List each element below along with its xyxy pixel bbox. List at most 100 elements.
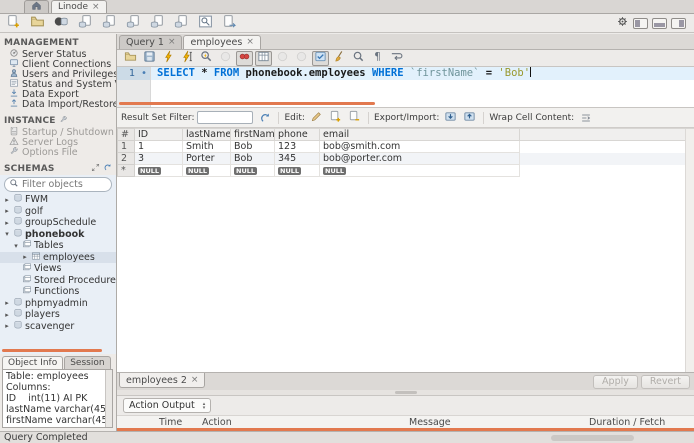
tab-query-1[interactable]: Query 1 × xyxy=(119,35,183,49)
sidebar-item-server-logs[interactable]: Server Logs xyxy=(0,137,116,147)
panel-bottom-toggle-button[interactable] xyxy=(652,17,667,29)
column-header-id[interactable]: ID xyxy=(134,128,183,141)
stop-button[interactable] xyxy=(217,51,234,66)
grid-cell[interactable]: NULL xyxy=(134,164,183,177)
import-records-button[interactable] xyxy=(461,110,478,126)
wrap-cell-content-button[interactable] xyxy=(577,110,594,126)
export-records-button[interactable] xyxy=(442,110,459,126)
sidebar-item-server-status[interactable]: Server Status xyxy=(0,49,116,59)
close-icon[interactable]: × xyxy=(168,38,176,47)
grid-cell[interactable]: bob@porter.com xyxy=(319,152,520,165)
toggle-stop-on-error-button[interactable] xyxy=(236,50,253,66)
grid-cell[interactable]: NULL xyxy=(274,164,320,177)
grid-cell[interactable]: 345 xyxy=(274,152,320,165)
beautify-button[interactable] xyxy=(331,51,348,66)
panel-right-toggle-button[interactable] xyxy=(671,17,686,29)
sidebar-item-client-connections[interactable]: Client Connections xyxy=(0,59,116,69)
chevron-right-icon[interactable]: ▸ xyxy=(21,253,29,261)
sidebar-item-startup-shutdown[interactable]: Startup / Shutdown xyxy=(0,127,116,137)
tree-node-fwm[interactable]: ▸ FWM xyxy=(0,194,116,206)
column-header-email[interactable]: email xyxy=(319,128,520,141)
tree-node-players[interactable]: ▸ players xyxy=(0,309,116,321)
home-tab[interactable] xyxy=(24,0,49,13)
limit-rows-button[interactable] xyxy=(255,50,272,66)
grid-cell[interactable]: * xyxy=(117,164,135,177)
refresh-button[interactable] xyxy=(256,110,273,126)
grid-cell[interactable]: NULL xyxy=(230,164,275,177)
output-selector[interactable]: Action Output ▴ ▾ xyxy=(123,398,212,413)
grid-cell[interactable]: Bob xyxy=(230,140,275,153)
chevron-right-icon[interactable]: ▸ xyxy=(3,311,11,319)
grid-cell[interactable]: 1 xyxy=(134,140,183,153)
sidebar-horizontal-scrollbar[interactable] xyxy=(2,349,102,352)
create-stored-procedure-button[interactable] xyxy=(124,15,142,31)
apply-button[interactable]: Apply xyxy=(593,374,638,389)
bottom-scrollbar-thumb[interactable] xyxy=(551,435,634,441)
tree-node-stored-procedures[interactable]: Stored Procedures xyxy=(0,275,116,287)
create-schema-button[interactable] xyxy=(52,15,70,31)
sidebar-item-status-and-system-variables[interactable]: Status and System Variables xyxy=(0,79,116,89)
chevron-down-icon[interactable]: ▾ xyxy=(12,242,20,250)
tree-node-views[interactable]: Views xyxy=(0,263,116,275)
explain-button[interactable] xyxy=(198,51,215,66)
sql-code-editor[interactable]: 1 • SELECT * FROM phonebook.employees WH… xyxy=(117,67,694,108)
tab-object-info[interactable]: Object Info xyxy=(2,356,64,369)
tree-node-scavenger[interactable]: ▸ scavenger xyxy=(0,320,116,333)
refresh-schemas-icon[interactable] xyxy=(103,163,112,175)
column-header-firstname[interactable]: firstName xyxy=(230,128,275,141)
output-column-message[interactable]: Message xyxy=(407,417,587,428)
schema-filter-input[interactable] xyxy=(22,179,102,190)
sidebar-item-data-import-restore[interactable]: Data Import/Restore xyxy=(0,99,116,109)
grid-cell[interactable]: Smith xyxy=(182,140,231,153)
save-button[interactable] xyxy=(141,51,158,66)
grid-cell[interactable]: 1 xyxy=(117,140,135,153)
open-file-button[interactable] xyxy=(122,51,139,66)
editor-horizontal-scrollbar[interactable] xyxy=(119,102,375,105)
close-icon[interactable]: × xyxy=(246,38,254,47)
add-record-button[interactable] xyxy=(327,110,344,126)
output-column-time[interactable]: Time xyxy=(157,417,200,428)
sidebar-item-data-export[interactable]: Data Export xyxy=(0,89,116,99)
sql-statement-line[interactable]: SELECT * FROM phonebook.employees WHERE … xyxy=(151,67,694,80)
result-tab-employees-2[interactable]: employees 2 × xyxy=(119,373,206,388)
execute-current-button[interactable] xyxy=(179,50,196,66)
revert-button[interactable]: Revert xyxy=(640,374,690,389)
toggle-autocommit-button[interactable] xyxy=(312,50,329,66)
find-button[interactable] xyxy=(350,51,367,66)
tree-node-groupschedule[interactable]: ▸ groupSchedule xyxy=(0,217,116,229)
grid-cell[interactable]: NULL xyxy=(319,164,520,177)
new-sql-tab-button[interactable] xyxy=(4,15,22,31)
chevron-right-icon[interactable]: ▸ xyxy=(3,219,11,227)
grid-cell[interactable]: 2 xyxy=(117,152,135,165)
column-header-phone[interactable]: phone xyxy=(274,128,320,141)
delete-record-button[interactable] xyxy=(346,110,363,126)
sidebar-item-users-and-privileges[interactable]: Users and Privileges xyxy=(0,69,116,79)
code-area[interactable]: SELECT * FROM phonebook.employees WHERE … xyxy=(151,67,694,107)
create-table-button[interactable] xyxy=(76,15,94,31)
commit-button[interactable] xyxy=(274,51,291,66)
close-icon[interactable]: × xyxy=(92,2,100,12)
column-header-lastname[interactable]: lastName xyxy=(182,128,231,141)
expand-schemas-icon[interactable] xyxy=(91,163,100,175)
grid-cell[interactable]: 123 xyxy=(274,140,320,153)
grid-cell[interactable]: bob@smith.com xyxy=(319,140,520,153)
reconnect-database-button[interactable] xyxy=(220,15,238,31)
tab-employees[interactable]: employees × xyxy=(183,35,261,49)
search-objects-button[interactable] xyxy=(196,15,214,31)
tree-node-tables[interactable]: ▾ Tables xyxy=(0,240,116,252)
grid-cell[interactable]: Bob xyxy=(230,152,275,165)
execute-button[interactable] xyxy=(160,50,177,66)
output-column-duration-fetch[interactable]: Duration / Fetch xyxy=(587,417,694,428)
open-sql-script-button[interactable] xyxy=(28,15,46,31)
edit-record-button[interactable] xyxy=(308,110,325,126)
create-trigger-button[interactable] xyxy=(172,15,190,31)
chevron-right-icon[interactable]: ▸ xyxy=(3,299,11,307)
result-vertical-scrollbar[interactable] xyxy=(685,129,694,372)
sidebar-item-options-file[interactable]: Options File xyxy=(0,147,116,157)
tree-node-phonebook[interactable]: ▾ phonebook xyxy=(0,228,116,241)
panel-left-toggle-button[interactable] xyxy=(633,17,648,29)
grid-cell[interactable]: NULL xyxy=(182,164,231,177)
close-icon[interactable]: × xyxy=(191,375,199,385)
instance-actions-icon[interactable] xyxy=(59,115,68,127)
create-function-button[interactable] xyxy=(148,15,166,31)
